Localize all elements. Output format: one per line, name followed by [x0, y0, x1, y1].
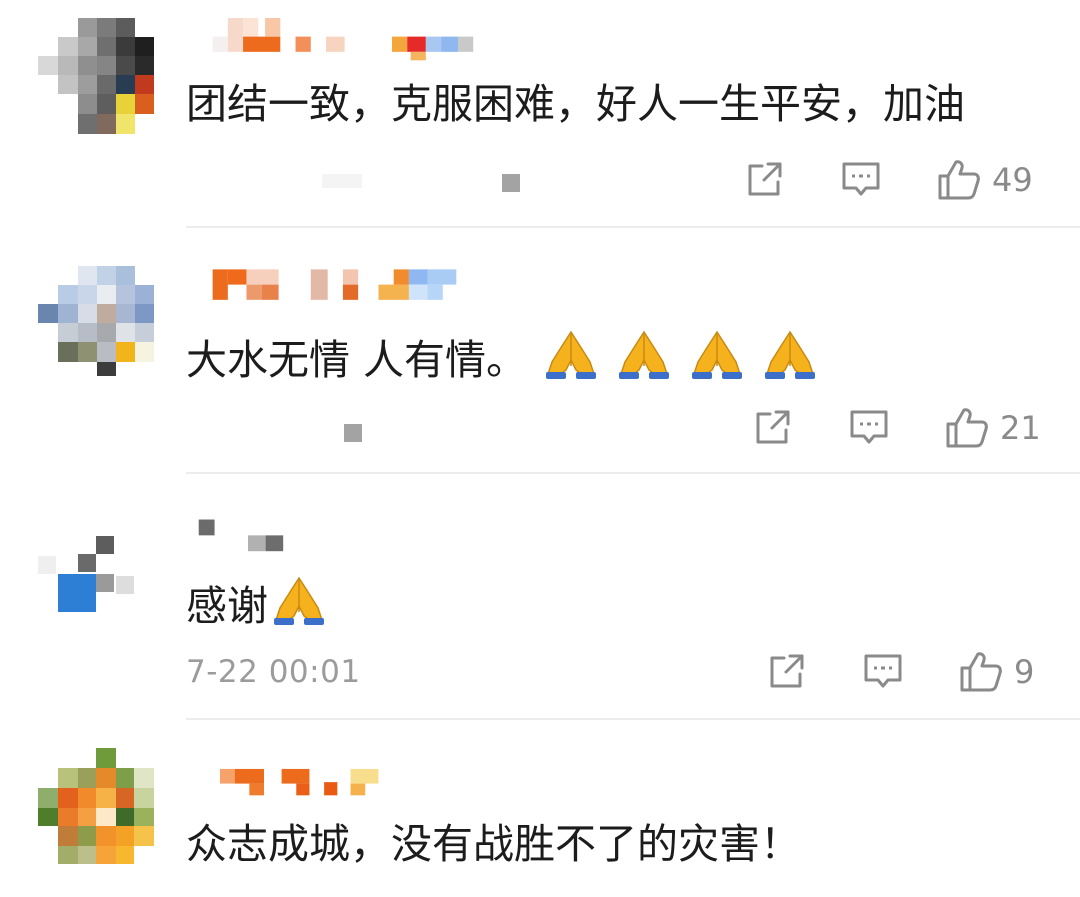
like-button[interactable]: 21 [944, 404, 1041, 452]
like-count: 49 [992, 161, 1033, 199]
comment-text: 感谢 [186, 572, 328, 632]
thumbs-up-icon [946, 408, 988, 448]
share-icon [770, 654, 804, 688]
comment-text-content: 众志成城，没有战胜不了的灾害！ [186, 820, 801, 868]
reply-button[interactable] [862, 648, 904, 696]
divider [186, 718, 1080, 720]
folded-hands-emoji [274, 576, 324, 625]
comment-meta: 21 [186, 404, 1046, 452]
comment-text-content: 大水无情 人有情。 [186, 336, 528, 384]
timestamp: 7-22 00:01 [186, 654, 361, 690]
divider [186, 226, 1080, 228]
divider [186, 472, 1080, 474]
share-icon [748, 162, 782, 196]
username-redacted[interactable] [188, 766, 428, 810]
comment-item: 团结一致，克服困难，好人一生平安，加油 49 [0, 0, 1080, 228]
avatar[interactable] [38, 748, 154, 864]
comment-icon [842, 162, 880, 196]
folded-hands-emoji [546, 330, 597, 379]
comment-text: 团结一致，克服困难，好人一生平安，加油 [186, 78, 965, 130]
username-redacted[interactable] [188, 266, 508, 310]
folded-hands-emoji [765, 330, 816, 379]
like-button[interactable]: 49 [936, 156, 1033, 204]
reply-button[interactable] [848, 404, 890, 452]
comment-text: 众志成城，没有战胜不了的灾害！ [186, 818, 801, 870]
thumbs-up-icon [938, 160, 980, 200]
timestamp-redacted [344, 424, 362, 442]
comment-meta: 7-22 00:01 9 [186, 648, 1046, 696]
reply-button[interactable] [840, 156, 882, 204]
username-redacted[interactable] [188, 18, 508, 62]
comment-icon [850, 410, 888, 444]
thumbs-up-icon [960, 652, 1002, 692]
comment-icon [864, 654, 902, 688]
share-button[interactable] [752, 404, 792, 452]
comment-text-content: 感谢 [186, 582, 268, 630]
username-redacted[interactable] [188, 516, 308, 560]
share-button[interactable] [744, 156, 784, 204]
timestamp-redacted [322, 174, 520, 192]
comment-text: 大水无情 人有情。 [186, 326, 819, 386]
comment-meta: 49 [186, 156, 1046, 204]
avatar[interactable] [38, 18, 154, 134]
folded-hands-emoji [619, 330, 670, 379]
avatar[interactable] [38, 266, 154, 382]
like-count: 9 [1014, 653, 1035, 691]
emoji-group [527, 330, 819, 384]
avatar[interactable] [38, 518, 154, 634]
like-button[interactable]: 9 [958, 648, 1034, 696]
like-count: 21 [1000, 409, 1041, 447]
share-button[interactable] [766, 648, 806, 696]
share-icon [756, 410, 790, 444]
comment-text-content: 团结一致，克服困难，好人一生平安，加油 [186, 80, 965, 128]
folded-hands-emoji [692, 330, 743, 379]
